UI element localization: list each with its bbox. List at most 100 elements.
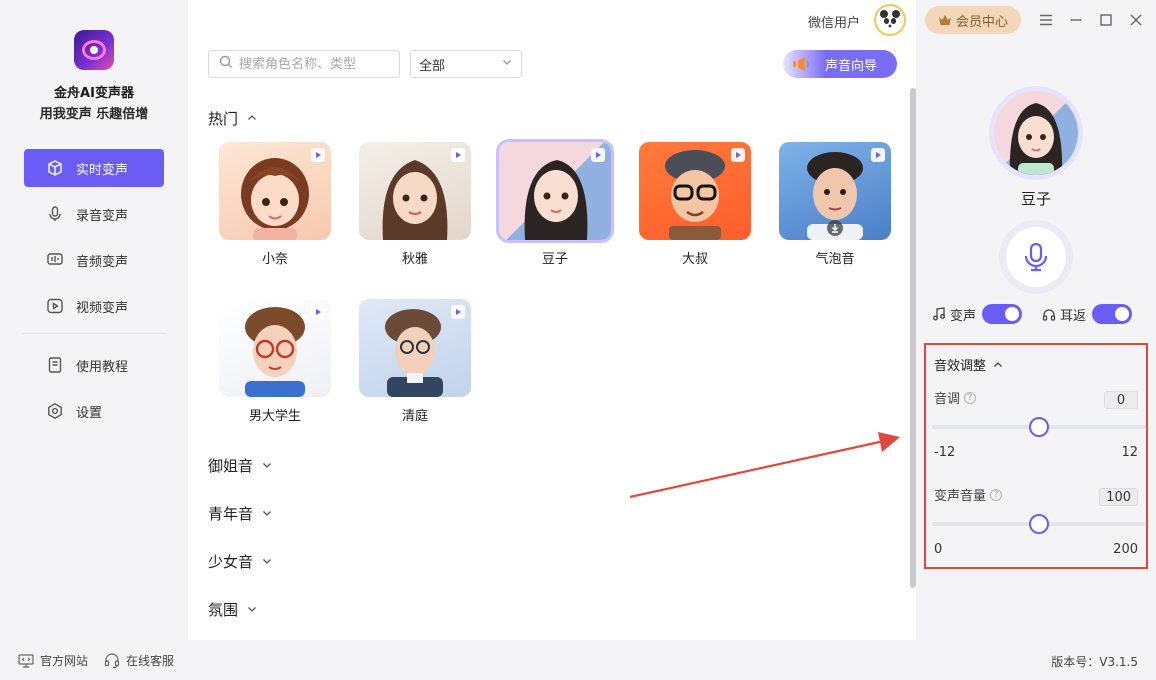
category-label: 热门: [208, 110, 239, 128]
nav-item-realtime[interactable]: 实时变声: [24, 149, 164, 187]
play-icon[interactable]: [451, 305, 465, 319]
volume-label-text: 变声音量: [934, 489, 987, 504]
voice-change-switch[interactable]: [982, 304, 1023, 324]
chevron-up-icon: [246, 110, 258, 128]
nav-item-video[interactable]: 视频变声: [24, 287, 164, 325]
app-name: 金舟AI变声器: [54, 86, 134, 101]
avatar[interactable]: [874, 4, 906, 36]
category-shaonv[interactable]: 少女音: [208, 551, 273, 572]
volume-value[interactable]: 100: [1099, 488, 1138, 506]
pitch-label: 音调 ?: [934, 388, 977, 407]
voice-guide-label: 声音向导: [825, 58, 878, 74]
close-icon[interactable]: [1128, 12, 1144, 28]
category-qingnian[interactable]: 青年音: [208, 503, 273, 524]
app-slogan: 用我变声 乐趣倍增: [39, 107, 149, 122]
voice-card-qiuya[interactable]: 秋雅: [359, 142, 471, 267]
search-icon: [219, 55, 233, 73]
side-nav: 实时变声 录音变声 音频变声 视频变声 使用教程 设置: [22, 149, 166, 438]
pitch-slider-handle[interactable]: [1029, 417, 1049, 437]
sound-effect-title[interactable]: 音效调整: [934, 355, 1004, 374]
pitch-min: -12: [934, 445, 956, 460]
online-support-label: 在线客服: [126, 654, 175, 668]
play-icon[interactable]: [311, 305, 325, 319]
chevron-down-icon: [261, 553, 273, 571]
monitor-toggle-row: 耳返: [1042, 304, 1133, 324]
voice-avatar: [496, 139, 614, 243]
maximize-icon[interactable]: [1098, 12, 1114, 28]
user-name[interactable]: 微信用户: [808, 12, 860, 31]
voice-card-douzi[interactable]: 豆子: [496, 139, 614, 267]
title-bar: 微信用户 会员中心: [800, 0, 1156, 40]
category-yujie[interactable]: 御姐音: [208, 455, 273, 476]
voice-guide-button[interactable]: 声音向导: [783, 50, 897, 78]
pitch-slider[interactable]: [932, 417, 1146, 437]
microphone-icon: [46, 205, 64, 223]
nav-item-settings[interactable]: 设置: [24, 392, 164, 430]
category-fenwei[interactable]: 氛围: [208, 599, 258, 620]
online-support-link[interactable]: 在线客服: [104, 652, 174, 669]
monitor-switch[interactable]: [1092, 304, 1133, 324]
voice-avatar: [639, 142, 751, 240]
nav-label: 音频变声: [76, 254, 129, 270]
nav-label: 实时变声: [76, 162, 129, 178]
voice-avatar: [359, 142, 471, 240]
volume-slider[interactable]: [932, 514, 1146, 534]
vip-center-button[interactable]: 会员中心: [925, 6, 1021, 34]
category-filter-select[interactable]: 全部: [410, 50, 522, 78]
filter-selected: 全部: [419, 58, 446, 74]
nav-label: 录音变声: [76, 208, 129, 224]
nav-label: 设置: [76, 405, 103, 421]
pitch-value[interactable]: 0: [1104, 391, 1138, 409]
voice-card-qingting[interactable]: 清庭: [359, 299, 471, 424]
voice-avatar: [219, 142, 331, 240]
monitor-label: 耳返: [1060, 308, 1087, 324]
voice-name: 男大学生: [248, 409, 301, 424]
help-icon[interactable]: ?: [964, 391, 977, 404]
play-icon[interactable]: [311, 148, 325, 162]
volume-slider-handle[interactable]: [1029, 514, 1049, 534]
pitch-label-text: 音调: [934, 392, 961, 407]
volume-max: 200: [1113, 542, 1138, 557]
voice-change-label: 变声: [950, 308, 977, 324]
footer: 官方网站 在线客服 版本号：V3.1.5: [0, 640, 1156, 680]
voice-control-panel: 豆子 变声 耳返 音效调整 音调 ? 0 -12 12 变声音量 ? 100 0…: [916, 40, 1156, 640]
chevron-down-icon: [261, 457, 273, 475]
help-icon[interactable]: ?: [990, 488, 1003, 501]
official-website-link[interactable]: 官方网站: [18, 652, 88, 669]
chevron-down-icon: [261, 505, 273, 523]
headphones-icon: [1042, 307, 1056, 321]
microphone-icon: [1023, 242, 1049, 272]
category-hot[interactable]: 热门: [208, 108, 258, 129]
voice-card-qipaoyin[interactable]: 气泡音: [779, 142, 891, 267]
settings-icon: [46, 402, 64, 420]
minimize-icon[interactable]: [1068, 12, 1084, 28]
music-note-icon: [932, 307, 946, 321]
nav-item-record[interactable]: 录音变声: [24, 195, 164, 233]
play-icon[interactable]: [731, 148, 745, 162]
megaphone-icon: [787, 50, 815, 78]
volume-label: 变声音量 ?: [934, 485, 1003, 504]
voice-card-xiaonai[interactable]: 小奈: [219, 142, 331, 267]
video-play-icon: [46, 297, 64, 315]
microphone-button[interactable]: [999, 220, 1073, 294]
search-input[interactable]: [239, 56, 389, 72]
category-label: 青年音: [208, 505, 254, 523]
nav-divider: [22, 333, 166, 334]
category-label: 少女音: [208, 553, 254, 571]
category-label: 御姐音: [208, 457, 254, 475]
nav-item-audio[interactable]: 音频变声: [24, 241, 164, 279]
play-icon[interactable]: [871, 148, 885, 162]
audio-wave-icon: [46, 251, 64, 269]
version-label: 版本号：V3.1.5: [1051, 655, 1138, 669]
volume-min: 0: [934, 542, 943, 557]
menu-icon[interactable]: [1038, 12, 1054, 28]
search-box[interactable]: [208, 50, 400, 78]
chevron-up-icon: [992, 359, 1004, 371]
voice-card-dashu[interactable]: 大叔: [639, 142, 751, 267]
download-icon[interactable]: [827, 220, 843, 236]
nav-item-tutorial[interactable]: 使用教程: [24, 346, 164, 384]
play-icon[interactable]: [451, 148, 465, 162]
play-icon[interactable]: [591, 148, 605, 162]
voice-avatar: [219, 299, 331, 397]
voice-card-nandaxuesheng[interactable]: 男大学生: [219, 299, 331, 424]
